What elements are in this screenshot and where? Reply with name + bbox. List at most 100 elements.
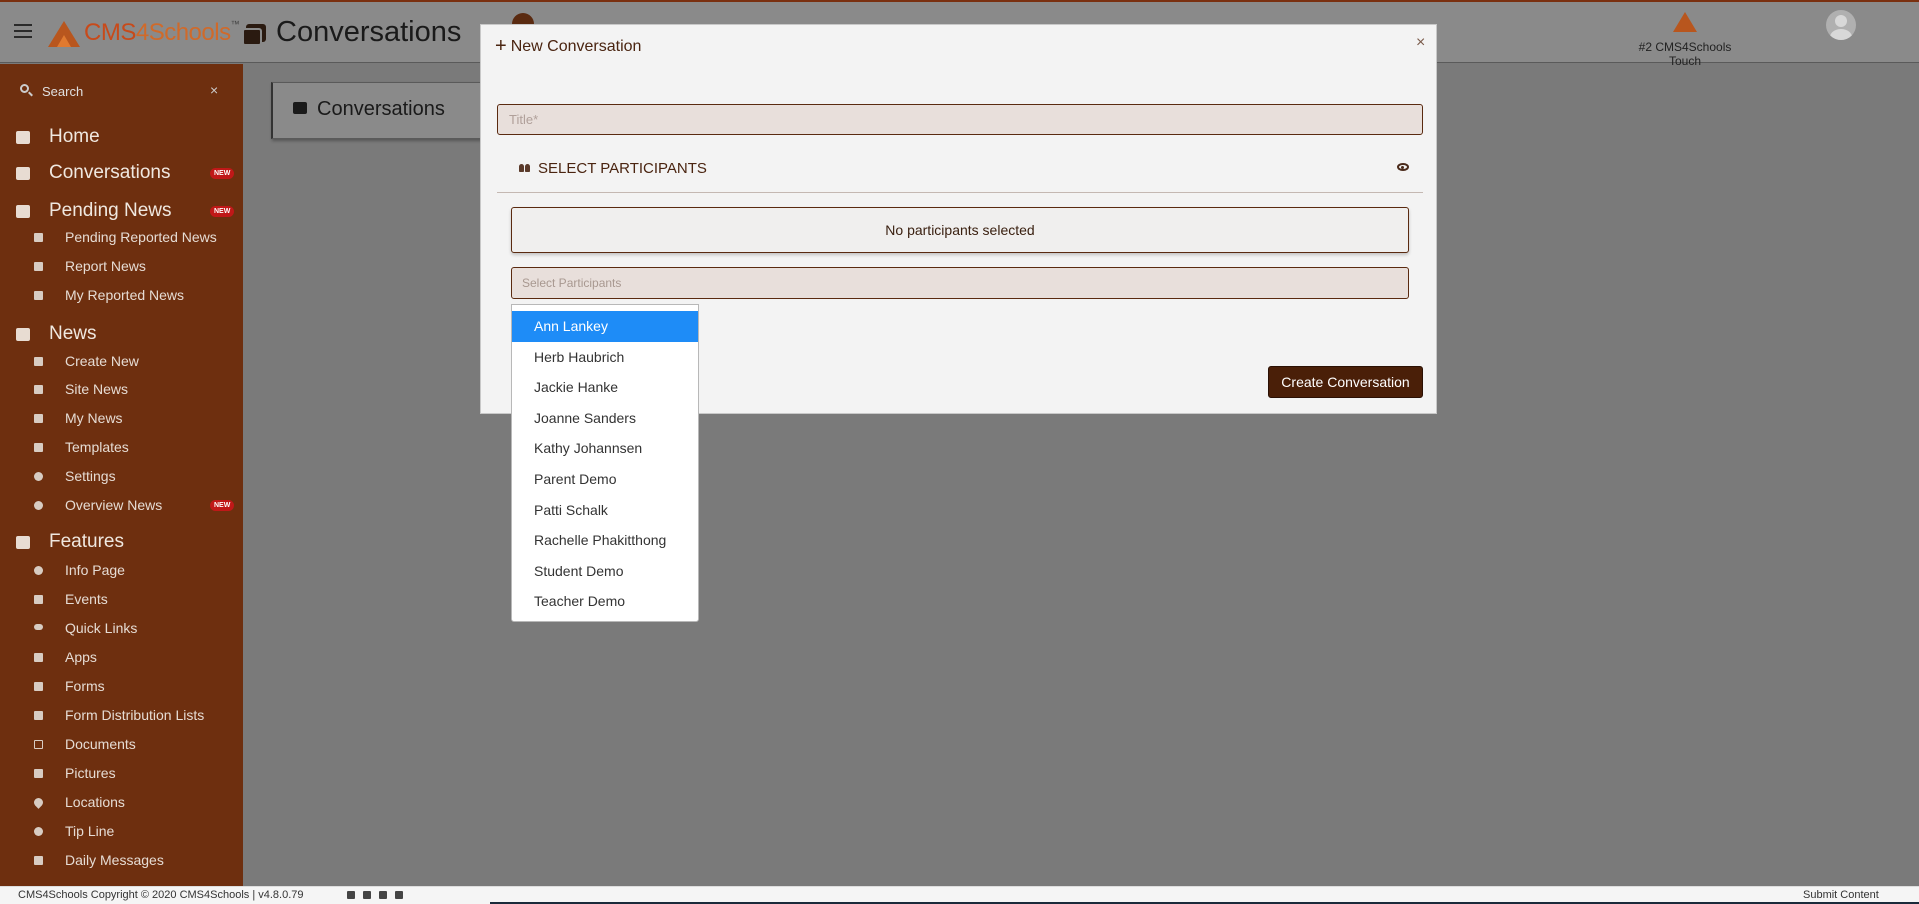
calendar-icon	[34, 856, 43, 865]
chat-bubbles-icon	[242, 23, 266, 46]
sidebar-item-quick-links[interactable]: Quick Links	[0, 616, 243, 642]
map-pin-icon	[32, 796, 45, 809]
dropdown-option[interactable]: Jackie Hanke	[512, 372, 698, 403]
dropdown-option[interactable]: Teacher Demo	[512, 586, 698, 617]
brand-name: CMS4Schools™	[84, 19, 240, 46]
sidebar-item-templates[interactable]: Templates	[0, 435, 243, 461]
sidebar-item-home[interactable]: Home	[0, 122, 243, 152]
sidebar-item-pictures[interactable]: Pictures	[0, 761, 243, 787]
sidebar-item-daily-messages[interactable]: Daily Messages	[0, 848, 243, 874]
template-icon	[34, 443, 43, 452]
modal-title-text: New Conversation	[510, 38, 642, 55]
sidebar-item-features[interactable]: Features	[0, 527, 243, 557]
sidebar-item-forms[interactable]: Forms	[0, 674, 243, 700]
dropdown-option[interactable]: Student Demo	[512, 556, 698, 587]
dropdown-option[interactable]: Parent Demo	[512, 464, 698, 495]
new-badge: NEW	[210, 206, 235, 217]
dropdown-option[interactable]: Rachelle Phakitthong	[512, 525, 698, 556]
share-icon[interactable]	[379, 891, 387, 899]
sidebar-item-create-new[interactable]: Create New	[0, 349, 243, 375]
search-clear-icon[interactable]: ×	[210, 82, 218, 98]
sidebar-search-input[interactable]	[42, 80, 202, 102]
grid-icon	[34, 653, 43, 662]
plus-icon: +	[495, 35, 507, 57]
logo-mark-icon	[48, 19, 80, 47]
sidebar-item-pending-reported-news[interactable]: Pending Reported News	[0, 225, 243, 251]
panel-title: Conversations	[317, 98, 445, 120]
image-icon	[34, 769, 43, 778]
hamburger-menu-icon[interactable]	[14, 24, 32, 42]
sidebar-item-locations[interactable]: Locations	[0, 790, 243, 816]
sidebar-item-tip-line[interactable]: Tip Line	[0, 819, 243, 845]
new-badge: NEW	[210, 500, 235, 511]
home-icon	[16, 131, 30, 144]
form-icon	[34, 682, 43, 691]
calendar-icon	[34, 595, 43, 604]
list-icon	[34, 711, 43, 720]
sidebar-search: ×	[0, 76, 243, 106]
new-badge: NEW	[210, 168, 235, 179]
school-switcher[interactable]: #2 CMS4Schools Touch	[1625, 10, 1745, 68]
users-icon	[519, 164, 530, 172]
search-icon	[34, 501, 43, 510]
phone-icon[interactable]	[395, 891, 403, 899]
sidebar-item-form-distribution-lists[interactable]: Form Distribution Lists	[0, 703, 243, 729]
plus-icon	[34, 262, 43, 271]
participants-dropdown: Ann Lankey Herb Haubrich Jackie Hanke Jo…	[511, 304, 699, 622]
dropdown-option[interactable]: Joanne Sanders	[512, 403, 698, 434]
user-icon	[34, 291, 43, 300]
page-heading: Conversations	[242, 16, 462, 49]
lock-icon[interactable]	[347, 891, 355, 899]
dropdown-option[interactable]: Kathy Johannsen	[512, 433, 698, 464]
select-participants-label: SELECT PARTICIPANTS	[538, 160, 707, 177]
footer-icons	[347, 891, 403, 899]
user-icon	[34, 414, 43, 423]
paper-plane-icon	[16, 205, 30, 218]
sidebar-item-news[interactable]: News	[0, 319, 243, 349]
sidebar-item-apps[interactable]: Apps	[0, 645, 243, 671]
submit-content-link[interactable]: Submit Content	[1803, 889, 1879, 901]
eye-icon[interactable]	[1397, 163, 1409, 171]
conversations-panel: Conversations	[271, 82, 501, 139]
user-avatar[interactable]	[1826, 10, 1856, 40]
reply-icon	[34, 233, 43, 242]
brand-logo[interactable]: CMS4Schools™	[48, 19, 240, 47]
plus-icon	[34, 357, 43, 366]
sidebar-item-report-news[interactable]: Report News	[0, 254, 243, 280]
video-icon[interactable]	[363, 891, 371, 899]
speech-bubble-icon	[34, 827, 43, 836]
modal-title: + New Conversation	[495, 35, 641, 58]
dropdown-option[interactable]: Ann Lankey	[512, 311, 698, 342]
sidebar-item-documents[interactable]: Documents	[0, 732, 243, 758]
dropdown-option[interactable]: Herb Haubrich	[512, 342, 698, 373]
sidebar-item-pending-news[interactable]: Pending News NEW	[0, 196, 243, 226]
newspaper-icon	[34, 385, 43, 394]
sidebar-item-conversations[interactable]: Conversations NEW	[0, 158, 243, 188]
sidebar-item-site-news[interactable]: Site News	[0, 377, 243, 403]
info-icon	[34, 566, 43, 575]
search-icon	[20, 84, 29, 93]
chat-icon	[16, 167, 30, 180]
page-title: Conversations	[276, 16, 462, 48]
school-logo-icon	[1673, 12, 1697, 32]
sidebar-item-info-page[interactable]: Info Page	[0, 558, 243, 584]
comment-icon	[16, 328, 30, 341]
sidebar-item-events[interactable]: Events	[0, 587, 243, 613]
sidebar-item-my-news[interactable]: My News	[0, 406, 243, 432]
select-participants-header[interactable]: SELECT PARTICIPANTS	[497, 159, 1423, 193]
create-conversation-button[interactable]: Create Conversation	[1268, 366, 1423, 398]
chat-icon	[293, 102, 307, 114]
cube-icon	[16, 536, 30, 549]
document-icon	[34, 740, 43, 749]
sidebar-item-overview-news[interactable]: Overview News NEW	[0, 493, 243, 519]
title-input[interactable]	[497, 104, 1423, 135]
selected-participants-box: No participants selected	[511, 207, 1409, 253]
participants-search-input[interactable]	[511, 267, 1409, 299]
school-label: #2 CMS4Schools Touch	[1638, 40, 1732, 68]
sidebar-item-settings[interactable]: Settings	[0, 464, 243, 490]
close-icon[interactable]: ×	[1416, 34, 1425, 52]
gear-icon	[34, 472, 43, 481]
dropdown-option[interactable]: Patti Schalk	[512, 495, 698, 526]
link-icon	[34, 624, 43, 630]
sidebar-item-my-reported-news[interactable]: My Reported News	[0, 283, 243, 309]
